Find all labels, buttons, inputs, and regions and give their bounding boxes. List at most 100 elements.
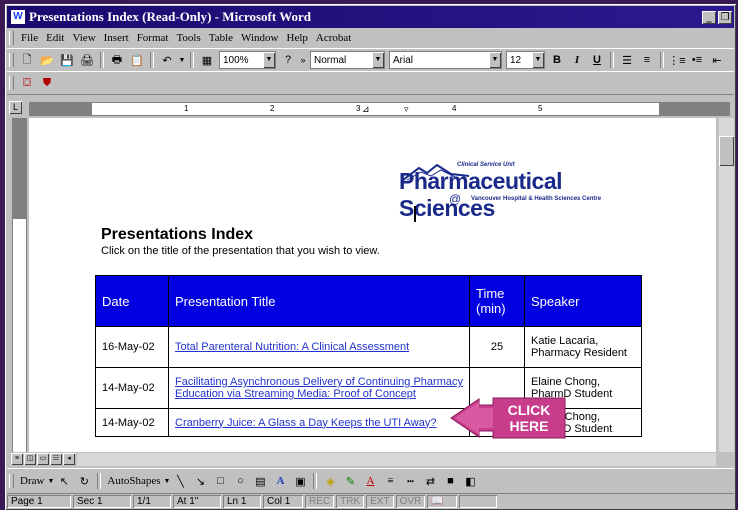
row-speaker: Katie Lacaria, Pharmacy Resident [524,326,642,368]
vertical-ruler [12,118,27,454]
3d-icon[interactable]: ◧ [461,472,479,490]
tab-stop-marker[interactable]: ▿ [404,103,409,115]
convert-and-email-pdf-icon[interactable]: ⛊ [38,74,56,92]
autoshapes-menu[interactable]: AutoShapes [104,475,163,487]
clip-art-icon[interactable]: ▣ [291,472,309,490]
justify-icon[interactable]: ≡ [638,51,656,69]
menu-view[interactable]: View [68,32,99,44]
print-icon[interactable]: 🖶 [108,51,126,69]
tab-selector[interactable]: L [9,101,22,114]
font-color-icon[interactable]: A [361,472,379,490]
table-header-row: Date Presentation Title Time (min) Speak… [95,275,642,327]
style-select[interactable]: Normal ▼ [310,51,385,69]
outline-view-icon[interactable]: ☷ [50,453,62,465]
undo-icon[interactable]: ↶ [158,51,176,69]
horizontal-ruler[interactable]: L 1 2 3 4 5 ⊿ ▿ [7,99,734,116]
status-rec[interactable]: REC [305,495,334,508]
minimize-button[interactable]: _ [702,10,716,24]
status-at: At 1" [173,495,221,508]
fill-color-icon[interactable]: ◈ [321,472,339,490]
arrow-icon[interactable]: ↘ [191,472,209,490]
align-left-icon[interactable]: ☰ [618,51,636,69]
click-here-callout: CLICK HERE [449,397,567,439]
menu-format[interactable]: Format [133,32,173,44]
menu-file[interactable]: File [17,32,42,44]
toolbar-overflow-icon[interactable]: » [299,51,307,69]
decrease-indent-icon[interactable]: ⇤ [708,51,726,69]
status-page: Page 1 [7,495,71,508]
rectangle-icon[interactable]: □ [211,472,229,490]
menu-insert[interactable]: Insert [100,32,133,44]
menu-edit[interactable]: Edit [42,32,68,44]
text-cursor [414,206,416,222]
web-layout-icon[interactable]: ◫ [24,453,36,465]
presentation-link[interactable]: Facilitating Asynchronous Delivery of Co… [168,367,470,409]
spelling-status-icon[interactable]: 📖 [427,495,457,508]
menu-tools[interactable]: Tools [172,32,204,44]
status-trk[interactable]: TRK [336,495,364,508]
vertical-scrollbar[interactable] [719,118,734,452]
draw-menu[interactable]: Draw [17,475,47,487]
draw-dropdown-icon[interactable]: ▼ [47,477,54,485]
zoom-select[interactable]: 100% ▼ [219,51,276,69]
numbering-icon[interactable]: ⋮≡ [668,51,686,69]
menu-window[interactable]: Window [237,32,282,44]
paste-icon[interactable]: 📋 [128,51,146,69]
status-bar: Page 1 Sec 1 1/1 At 1" Ln 1 Col 1 REC TR… [7,493,734,509]
row-date: 14-May-02 [95,408,169,437]
normal-view-icon[interactable]: ≡ [11,453,23,465]
open-folder-icon[interactable]: 📂 [38,51,56,69]
document-page[interactable]: Clinical Service Unit Pharmaceutical Sci… [29,118,716,452]
line-style-icon[interactable]: ≡ [381,472,399,490]
text-box-icon[interactable]: ▤ [251,472,269,490]
help-icon[interactable]: ? [279,51,297,69]
wordart-icon[interactable]: A [271,472,289,490]
free-rotate-icon[interactable]: ↻ [75,472,93,490]
print-preview-icon[interactable]: 🖨 [78,51,96,69]
menu-table[interactable]: Table [205,32,237,44]
menu-acrobat[interactable]: Acrobat [312,32,355,44]
standard-toolbar: 🗋 📂 💾 🖨 🖶 📋 ↶ ▼ ▦ 100% ▼ ? » Normal ▼ Aria… [7,48,734,72]
undo-dropdown-icon[interactable]: ▼ [178,51,186,69]
arrow-style-icon[interactable]: ⇄ [421,472,439,490]
font-select[interactable]: Arial ▼ [389,51,502,69]
bullets-icon[interactable]: •≡ [688,51,706,69]
dash-style-icon[interactable]: ┅ [401,472,419,490]
header-date: Date [95,275,169,327]
presentation-link[interactable]: Total Parenteral Nutrition: A Clinical A… [168,326,470,368]
presentation-link[interactable]: Cranberry Juice: A Glass a Day Keeps the… [168,408,470,437]
underline-button[interactable]: U [588,51,606,69]
header-speaker: Speaker [524,275,642,327]
status-ext[interactable]: EXT [366,495,393,508]
scroll-thumb[interactable] [719,136,734,166]
italic-button[interactable]: I [568,51,586,69]
header-time: Time (min) [469,275,525,327]
autoshapes-dropdown-icon[interactable]: ▼ [164,477,171,485]
shadow-icon[interactable]: ■ [441,472,459,490]
page-title: Presentations Index [101,226,254,243]
title-bar: W Presentations Index (Read-Only) - Micr… [7,6,734,28]
line-icon[interactable]: ╲ [171,472,189,490]
new-document-icon[interactable]: 🗋 [18,51,36,69]
menu-help[interactable]: Help [283,32,312,44]
status-pages: 1/1 [133,495,171,508]
save-icon[interactable]: 💾 [58,51,76,69]
horizontal-scrollbar[interactable]: ≡ ◫ ▭ ☷ ◂ [7,452,734,467]
status-ovr[interactable]: OVR [396,495,426,508]
insert-table-icon[interactable]: ▦ [198,51,216,69]
pharmaceutical-sciences-logo: Clinical Service Unit Pharmaceutical Sci… [399,162,602,221]
status-column: Col 1 [263,495,303,508]
bold-button[interactable]: B [548,51,566,69]
select-objects-icon[interactable]: ↖ [55,472,73,490]
line-color-icon[interactable]: ✎ [341,472,359,490]
indent-marker[interactable]: ⊿ [362,103,370,115]
word-app-icon[interactable]: W [11,10,25,24]
oval-icon[interactable]: ○ [231,472,249,490]
drawing-toolbar: Draw ▼ ↖ ↻ AutoShapes ▼ ╲ ↘ □ ○ ▤ A ▣ ◈ … [7,468,734,494]
acrobat-toolbar: ⛋ ⛊ [7,71,734,95]
font-size-select[interactable]: 12 ▼ [506,51,545,69]
restore-button[interactable]: ❐ [718,10,732,24]
convert-to-pdf-icon[interactable]: ⛋ [18,74,36,92]
scroll-left-icon[interactable]: ◂ [63,453,75,465]
print-layout-icon[interactable]: ▭ [37,453,49,465]
